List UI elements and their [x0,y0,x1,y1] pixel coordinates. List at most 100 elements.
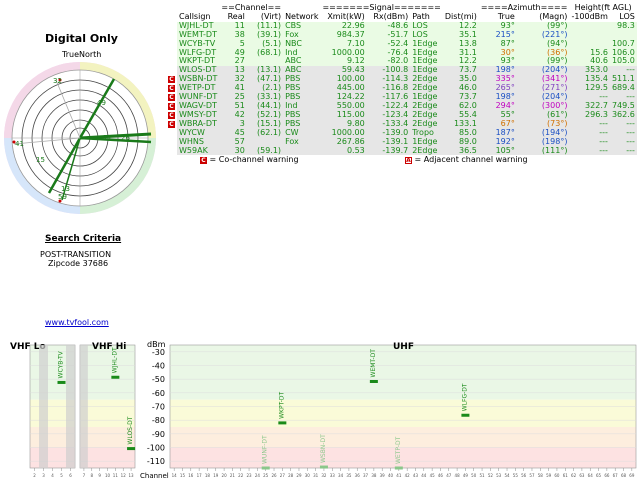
channel-tick-label: 12 [121,473,127,478]
channel-tick-label: 13 [129,473,135,478]
polar-label-49: 49 [97,99,106,107]
warning-cell: C [166,93,177,102]
station-marker [127,447,136,451]
channel-tick-label: 60 [554,473,560,478]
channel-tick-label: 24 [255,473,261,478]
channel-tick-label: 67 [613,473,619,478]
station-label: WJHL-DT [111,347,118,373]
polar-label-15: 15 [36,156,45,164]
cochannel-warning-icon: C [168,111,175,119]
cochannel-warning-icon: C [168,120,175,128]
channel-tick-label: 65 [596,473,602,478]
channel-tick-label: 40 [388,473,394,478]
channel-tick-label: 37 [363,473,369,478]
channel-tick-label: 14 [172,473,178,478]
channel-tick-label: 48 [455,473,461,478]
channel-spectrum-chart: -30 -40 -50 -60 -70 -80 -90 -100 -110 dBm Channel V… [10,340,637,480]
cell-h100: --- [569,146,610,156]
channel-tick-label: 38 [371,473,377,478]
y-axis-label: dBm [147,340,166,349]
channel-tick-label: 26 [271,473,277,478]
station-label: WKPT-DT [278,392,285,419]
cochannel-legend: C = Co-channel warning [200,155,299,164]
vhf-hi-title: VHF Hi [92,342,126,352]
channel-tick-label: 43 [413,473,419,478]
station-label: WETP-DT [395,436,402,464]
channel-tick-label: 50 [471,473,477,478]
cell-virt: (62.1) [246,128,284,138]
channel-tick-label: 51 [480,473,486,478]
signal-zone [170,427,636,448]
channel-tick-label: 5 [60,473,63,478]
channel-tick-label: 31 [313,473,319,478]
channel-tick-label: 42 [405,473,411,478]
channel-tick-label: 44 [421,473,427,478]
station-marker [394,466,403,470]
channel-tick-label: 64 [588,473,594,478]
station-marker [57,380,66,384]
channel-tick-label: 2 [33,473,36,478]
channel-tick-label: 46 [438,473,444,478]
x-axis-label: Channel [140,472,169,480]
channel-tick-label: 49 [463,473,469,478]
cell-xmit: 0.53 [320,146,367,156]
tvfool-link[interactable]: www.tvfool.com [45,318,109,327]
channel-tick-label: 25 [263,473,269,478]
search-zipcode: Zipcode 37686 [48,259,109,268]
channel-tick-label: 3 [42,473,45,478]
channel-tick-label: 28 [288,473,294,478]
warning-cell [166,21,177,31]
signal-zone [170,345,636,400]
station-marker [261,466,270,470]
channel-tick-label: 23 [247,473,253,478]
channel-tick-label: 62 [571,473,577,478]
warning-cell: C [166,110,177,120]
cell-virt: (68.1) [246,48,284,58]
channel-tick-label: 17 [197,473,203,478]
page-title: Digital Only [45,32,118,45]
channel-tick-label: 9 [98,473,101,478]
station-table: ==Channel== =======Signal======= ====Azi… [166,3,637,156]
y-tick-label: -110 [147,457,165,466]
warning-cell [166,48,177,58]
polar-label-32: 32 [53,77,62,85]
polar-plot: 32 49 41 11 26 13 15 59 [4,62,156,214]
cell-los: --- [609,146,637,156]
col-100dbm: -100dBm [571,11,608,21]
polar-label-41: 41 [15,140,24,148]
station-marker [319,465,328,469]
channel-tick-label: 57 [529,473,535,478]
warning-cell [166,30,177,40]
polar-label-11: 11 [103,134,112,142]
station-label: WLOS-DT [127,416,134,444]
y-tick-label: -50 [152,375,165,384]
channel-tick-label: 39 [380,473,386,478]
station-label: WLFG-DT [461,383,468,411]
channel-tick-label: 8 [91,473,94,478]
search-criteria-title: Search Criteria [45,234,122,244]
channel-tick-label: 22 [238,473,244,478]
channel-tick-label: 36 [355,473,361,478]
cell-h100 [569,21,610,31]
station-label: WCYB-TV [58,350,65,378]
warning-cell [166,128,177,138]
cochannel-warning-icon: C [168,102,175,110]
channel-tick-label: 34 [338,473,344,478]
channel-tick-label: 55 [513,473,519,478]
polar-label-13: 13 [61,185,70,193]
channel-tick-label: 4 [51,473,54,478]
station-label: WUNF-DT [262,435,269,464]
cell-network: Fox [283,137,321,147]
signal-zone [80,447,135,468]
station-marker [278,421,287,425]
channel-tick-label: 53 [496,473,502,478]
warning-cell [166,39,177,49]
shaded-channel [80,345,88,468]
channel-tick-label: 63 [579,473,585,478]
shaded-channel [39,345,48,468]
channel-tick-label: 52 [488,473,494,478]
channel-tick-label: 69 [629,473,635,478]
channel-tick-label: 18 [205,473,211,478]
warning-cell [166,66,177,76]
warning-cell: C [166,84,177,94]
